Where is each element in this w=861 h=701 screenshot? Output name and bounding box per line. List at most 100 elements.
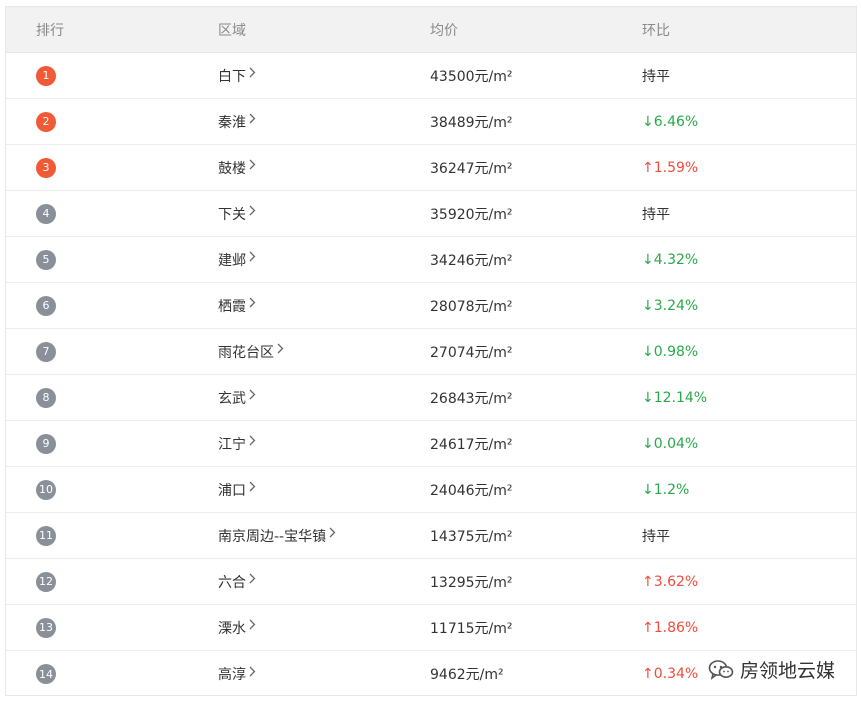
price-cell: 26843元/m² [430,390,513,407]
price-cell: 35920元/m² [430,206,513,223]
table-row: 6 栖霞 28078元/m² ↓3.24% [6,283,856,329]
price-ranking-table: 排行 区域 均价 环比 1 白下 43500元/m² 持平 2 秦淮 38489元/m² ↓6… [5,6,857,696]
price-cell: 14375元/m² [430,528,513,545]
rank-badge: 3 [36,157,56,178]
rank-cell: 12 [6,571,218,592]
chevron-right-icon [249,251,256,266]
region-link[interactable]: 浦口 [218,480,256,500]
table-body: 1 白下 43500元/m² 持平 2 秦淮 38489元/m² ↓6.46% 3 鼓楼 36247… [6,53,856,697]
rank-cell: 9 [6,433,218,454]
change-cell: ↑1.86% [642,619,699,636]
region-link[interactable]: 雨花台区 [218,342,284,362]
region-cell: 南京周边--宝华镇 [218,526,430,546]
region-cell: 浦口 [218,480,430,500]
region-name: 下关 [218,206,246,223]
price-cell: 24046元/m² [430,482,513,499]
rank-cell: 5 [6,249,218,270]
region-link[interactable]: 江宁 [218,434,256,454]
change-cell: ↓4.32% [642,251,699,268]
rank-cell: 4 [6,203,218,224]
rank-cell: 8 [6,387,218,408]
region-link[interactable]: 六合 [218,572,256,592]
region-name: 高淳 [218,667,246,683]
chevron-right-icon [277,343,284,358]
chevron-right-icon [249,297,256,312]
region-link[interactable]: 玄武 [218,388,256,408]
region-name: 秦淮 [218,114,246,131]
change-cell: ↑1.59% [642,159,699,176]
table-row: 7 雨花台区 27074元/m² ↓0.98% [6,329,856,375]
change-cell: ↓0.04% [642,435,699,452]
table-row: 13 溧水 11715元/m² ↑1.86% [6,605,856,651]
region-link[interactable]: 秦淮 [218,112,256,132]
region-name: 建邺 [218,252,246,269]
header-region: 区域 [218,22,246,39]
chevron-right-icon [249,113,256,128]
region-cell: 鼓楼 [218,158,430,178]
change-cell: 持平 [642,528,670,545]
region-cell: 玄武 [218,388,430,408]
change-cell: ↑3.62% [642,573,699,590]
rank-badge: 10 [36,479,56,500]
rank-badge: 6 [36,295,56,316]
rank-cell: 10 [6,479,218,500]
region-name: 浦口 [218,482,246,499]
region-cell: 栖霞 [218,296,430,316]
change-cell: 持平 [642,206,670,223]
price-cell: 9462元/m² [430,667,504,683]
price-cell: 24617元/m² [430,436,513,453]
rank-cell: 7 [6,341,218,362]
region-cell: 六合 [218,572,430,592]
table-row: 2 秦淮 38489元/m² ↓6.46% [6,99,856,145]
price-cell: 13295元/m² [430,574,513,591]
price-cell: 34246元/m² [430,252,513,269]
rank-badge: 12 [36,571,56,592]
region-link[interactable]: 鼓楼 [218,158,256,178]
rank-badge: 13 [36,617,56,638]
region-cell: 江宁 [218,434,430,454]
rank-badge: 8 [36,387,56,408]
region-cell: 溧水 [218,618,430,638]
rank-badge: 9 [36,433,56,454]
change-cell: ↓3.24% [642,297,699,314]
region-link[interactable]: 高淳 [218,664,256,684]
change-cell: ↓12.14% [642,389,708,406]
change-cell: ↓1.2% [642,481,690,498]
price-cell: 28078元/m² [430,298,513,315]
region-name: 栖霞 [218,298,246,315]
region-link[interactable]: 建邺 [218,250,256,270]
region-name: 南京周边--宝华镇 [218,528,327,545]
region-link[interactable]: 栖霞 [218,296,256,316]
region-cell: 建邺 [218,250,430,270]
rank-cell: 13 [6,617,218,638]
region-name: 鼓楼 [218,160,246,177]
change-cell: ↓0.98% [642,343,699,360]
rank-cell: 2 [6,111,218,132]
change-cell: 持平 [642,68,670,85]
change-cell: ↓6.46% [642,113,699,130]
region-link[interactable]: 白下 [218,66,256,86]
chevron-right-icon [249,481,256,496]
rank-badge: 11 [36,525,56,546]
rank-badge: 14 [36,664,56,684]
chevron-right-icon [249,573,256,588]
region-link[interactable]: 下关 [218,204,256,224]
rank-cell: 11 [6,525,218,546]
region-name: 六合 [218,574,246,591]
region-name: 白下 [218,68,246,85]
chevron-right-icon [249,159,256,174]
region-link[interactable]: 南京周边--宝华镇 [218,526,336,546]
table-row: 11 南京周边--宝华镇 14375元/m² 持平 [6,513,856,559]
region-cell: 下关 [218,204,430,224]
table-row: 3 鼓楼 36247元/m² ↑1.59% [6,145,856,191]
rank-badge: 5 [36,249,56,270]
rank-badge: 1 [36,65,56,86]
watermark-text: 房领地云媒 [739,660,835,682]
chevron-right-icon [249,67,256,82]
price-cell: 11715元/m² [430,620,513,637]
rank-badge: 4 [36,203,56,224]
region-link[interactable]: 溧水 [218,618,256,638]
chevron-right-icon [329,527,336,542]
region-cell: 雨花台区 [218,342,430,362]
table-row: 5 建邺 34246元/m² ↓4.32% [6,237,856,283]
